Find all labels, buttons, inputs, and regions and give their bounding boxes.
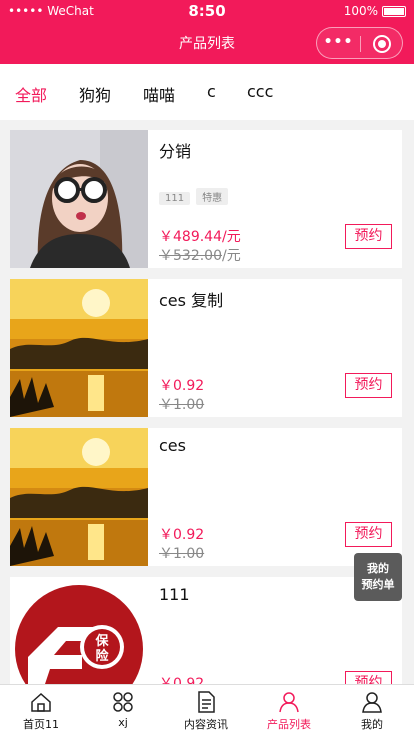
book-button[interactable]: 预约 [345,224,392,249]
original-price-value: ￥1.00 [159,546,205,562]
tab-c[interactable]: c [207,82,216,101]
product-image-sunset[interactable] [10,428,148,566]
category-tabs: 全部 狗狗 喵喵 c ccc [0,64,414,120]
original-price: ￥1.00 [159,543,204,563]
product-image-sunset[interactable] [10,279,148,417]
tab-all[interactable]: 全部 [15,82,47,106]
tab-cats[interactable]: 喵喵 [143,82,175,106]
more-icon[interactable]: ••• [317,34,360,50]
product-price: ￥0.92 [159,375,204,395]
product-name: ces [159,436,186,455]
tabbar-item-products[interactable]: 产品列表 [248,685,330,738]
original-price: ￥1.00 [159,394,204,414]
my-bookings-line2: 预约单 [361,578,395,591]
tabbar-label: xj [118,716,128,729]
product-name: 分销 [159,142,192,161]
battery-icon [382,6,406,17]
product-card[interactable]: 分销 111 特惠 ￥489.44/元 ￥532.00/元 预约 [10,130,402,268]
grid-icon [113,692,133,712]
close-icon[interactable] [373,35,391,53]
svg-text:险: 险 [95,648,109,664]
tabbar-label: 产品列表 [267,718,311,731]
tabbar-label: 内容资讯 [184,718,228,731]
battery-percent: 100% [343,4,378,18]
price-value: ￥0.92 [159,527,205,543]
svg-text:保: 保 [94,633,109,649]
status-bar: ••••• WeChat 8:50 100% [0,0,414,22]
mini-program-capsule: ••• [316,27,403,59]
original-price-value: ￥532.00 [159,248,222,264]
person-icon [279,692,299,713]
nav-bar: 产品列表 ••• [0,22,414,64]
book-button[interactable]: 预约 [345,522,392,547]
product-name: 111 [159,585,190,604]
user-icon [362,692,382,713]
capsule-divider [360,36,361,52]
product-card[interactable]: ces 复制 ￥0.92 ￥1.00 预约 [10,279,402,417]
my-bookings-line1: 我的 [367,562,389,575]
original-price: ￥532.00/元 [159,245,241,265]
price-value: ￥0.92 [159,378,205,394]
product-tags: 111 特惠 [159,186,234,205]
book-button[interactable]: 预约 [345,373,392,398]
product-tag: 特惠 [196,188,229,205]
home-icon [31,692,51,712]
price-unit: /元 [222,229,241,245]
tabbar-item-content[interactable]: 内容资讯 [165,685,247,738]
product-price: ￥0.92 [159,524,204,544]
product-price: ￥489.44/元 [159,226,241,246]
price-value: ￥489.44 [159,229,222,245]
original-price-value: ￥1.00 [159,397,205,413]
original-price-unit: /元 [222,248,241,264]
product-name: ces 复制 [159,291,224,310]
product-tag: 111 [159,192,191,205]
tabbar-item-xj[interactable]: xj [82,685,164,738]
bottom-tab-bar: 首页11 xj 内容资讯 产品列表 我的 [0,684,414,738]
tabbar-label: 首页11 [23,718,59,731]
tabbar-item-mine[interactable]: 我的 [331,685,413,738]
tab-dogs[interactable]: 狗狗 [79,82,111,106]
my-bookings-button[interactable]: 我的 预约单 [354,553,402,601]
tabbar-label: 我的 [361,718,383,731]
tab-ccc[interactable]: ccc [247,82,273,101]
product-card[interactable]: ces ￥0.92 ￥1.00 预约 [10,428,402,566]
tabbar-item-home[interactable]: 首页11 [0,685,82,738]
document-icon [198,691,215,713]
product-image-portrait[interactable] [10,130,148,268]
